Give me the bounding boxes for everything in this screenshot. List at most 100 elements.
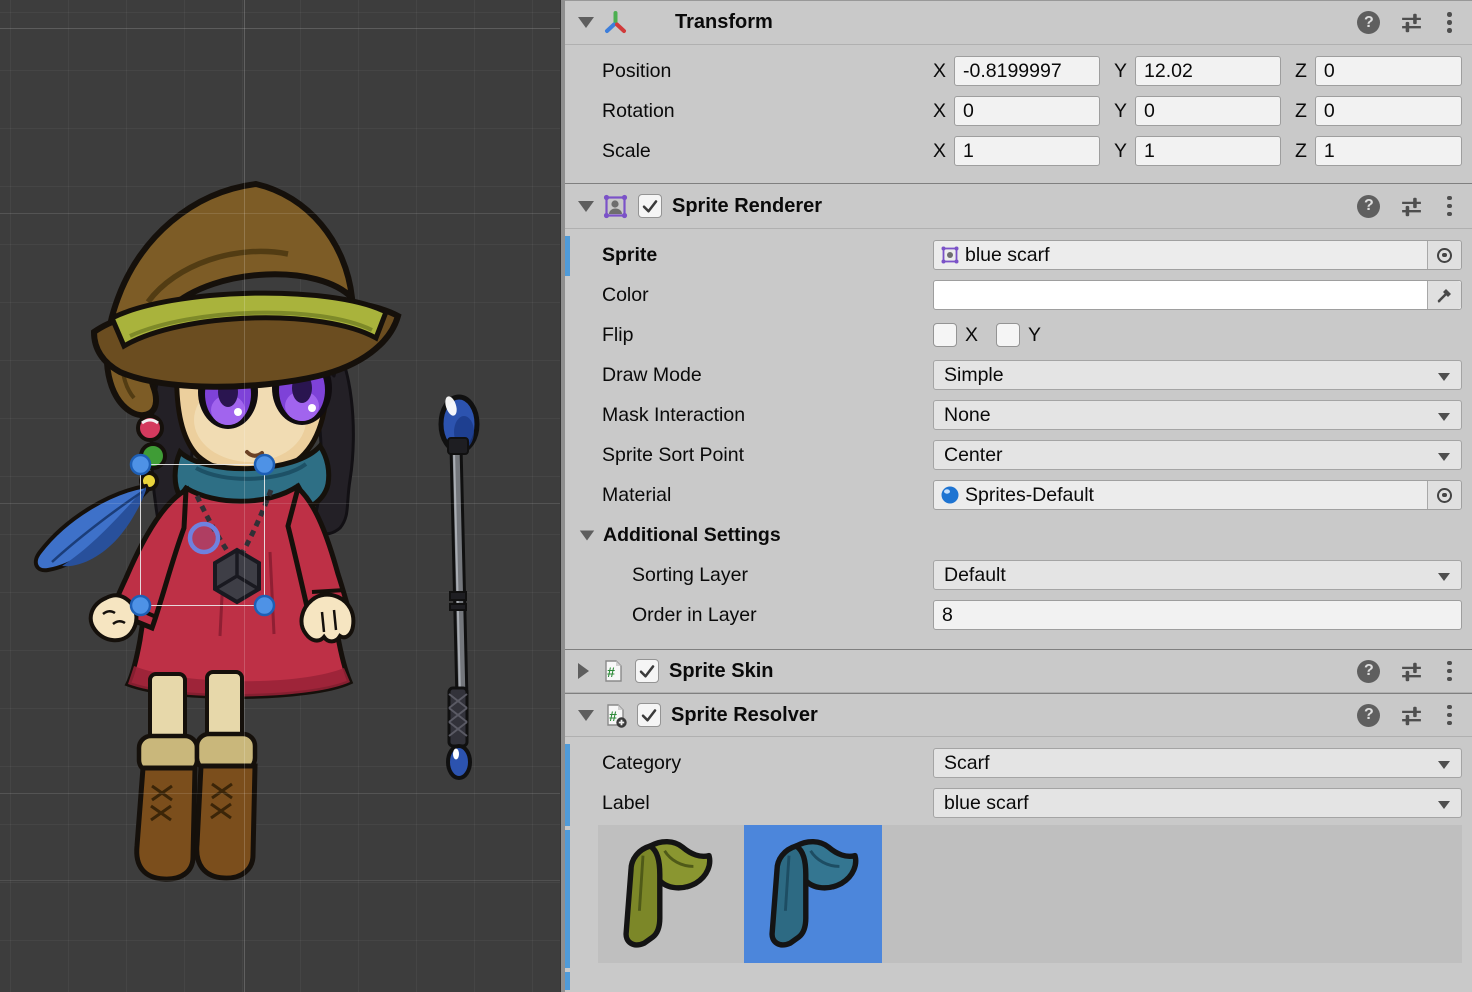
draw-mode-value: Simple <box>944 364 1004 387</box>
sorting-layer-row: Sorting Layer Default <box>565 555 1472 595</box>
mask-interaction-dropdown[interactable]: None <box>933 400 1462 430</box>
material-object-name: Sprites-Default <box>965 484 1094 507</box>
category-dropdown[interactable]: Scarf <box>933 748 1462 778</box>
svg-text:#: # <box>607 664 615 680</box>
thumbnail-green-scarf[interactable] <box>598 825 736 963</box>
mask-interaction-row: Mask Interaction None <box>565 395 1472 435</box>
flip-row: Flip X Y <box>565 315 1472 355</box>
presets-icon[interactable] <box>1399 10 1424 35</box>
category-label: Category <box>602 752 933 775</box>
script-icon: # <box>600 658 626 684</box>
help-icon[interactable]: ? <box>1357 11 1380 34</box>
axis-x-label: X <box>933 140 946 163</box>
label-row: Label blue scarf <box>565 783 1472 823</box>
component-title: Sprite Resolver <box>671 704 818 727</box>
order-in-layer-label: Order in Layer <box>632 604 933 627</box>
foldout-icon[interactable] <box>578 663 589 679</box>
sorting-layer-dropdown[interactable]: Default <box>933 560 1462 590</box>
label-label: Label <box>602 792 933 815</box>
draw-mode-dropdown[interactable]: Simple <box>933 360 1462 390</box>
component-title: Sprite Skin <box>669 660 773 683</box>
material-sphere-icon <box>940 485 960 505</box>
label-dropdown[interactable]: blue scarf <box>933 788 1462 818</box>
transform-icon <box>602 9 629 36</box>
material-label: Material <box>602 484 933 507</box>
transform-header[interactable]: Transform ? <box>565 0 1472 45</box>
foldout-icon[interactable] <box>578 201 594 212</box>
scale-z-field[interactable] <box>1315 136 1462 166</box>
draw-mode-label: Draw Mode <box>602 364 933 387</box>
order-in-layer-field[interactable] <box>933 600 1462 630</box>
axis-z-label: Z <box>1295 60 1307 83</box>
rotation-z-field[interactable] <box>1315 96 1462 126</box>
position-y-field[interactable] <box>1135 56 1281 86</box>
presets-icon[interactable] <box>1399 703 1424 728</box>
character-feather <box>36 486 148 570</box>
help-icon[interactable]: ? <box>1357 195 1380 218</box>
component-title: Sprite Renderer <box>672 195 822 218</box>
additional-settings-foldout[interactable]: Additional Settings <box>565 515 1472 555</box>
material-object-field[interactable]: Sprites-Default <box>933 480 1462 510</box>
more-menu-icon[interactable] <box>1443 10 1456 35</box>
component-enabled-checkbox[interactable] <box>638 194 662 218</box>
draw-mode-row: Draw Mode Simple <box>565 355 1472 395</box>
sprite-variant-strip <box>598 825 1462 963</box>
scene-canvas <box>0 0 560 992</box>
sprite-renderer-header[interactable]: Sprite Renderer ? <box>565 183 1472 229</box>
rotation-row: Rotation X Y Z <box>565 91 1472 131</box>
scene-view[interactable] <box>0 0 560 992</box>
component-enabled-checkbox[interactable] <box>635 659 659 683</box>
flip-y-checkbox[interactable] <box>996 323 1020 347</box>
green-scarf-sprite <box>607 834 727 954</box>
more-menu-icon[interactable] <box>1443 703 1456 728</box>
character-hat <box>94 184 398 415</box>
scale-label: Scale <box>602 140 933 163</box>
presets-icon[interactable] <box>1399 659 1424 684</box>
position-x-field[interactable] <box>954 56 1100 86</box>
sprite-sort-point-dropdown[interactable]: Center <box>933 440 1462 470</box>
additional-settings-label: Additional Settings <box>603 524 781 547</box>
object-picker-button[interactable] <box>1427 241 1461 269</box>
sprite-object-field[interactable]: blue scarf <box>933 240 1462 270</box>
sprite-resolver-header[interactable]: # Sprite Resolver ? <box>565 693 1472 737</box>
more-menu-icon[interactable] <box>1443 194 1456 219</box>
axis-y-label: Y <box>1114 140 1127 163</box>
sprite-renderer-icon <box>602 193 629 220</box>
scale-y-field[interactable] <box>1135 136 1281 166</box>
mask-interaction-value: None <box>944 404 991 427</box>
pivot-handle[interactable] <box>190 524 218 552</box>
scale-x-field[interactable] <box>954 136 1100 166</box>
flip-x-checkbox[interactable] <box>933 323 957 347</box>
scale-row: Scale X Y Z <box>565 131 1472 171</box>
more-menu-icon[interactable] <box>1443 659 1456 684</box>
character-legs-boots <box>137 672 255 879</box>
rotation-label: Rotation <box>602 100 933 123</box>
component-enabled-checkbox[interactable] <box>637 703 661 727</box>
position-z-field[interactable] <box>1315 56 1462 86</box>
mask-interaction-label: Mask Interaction <box>602 404 933 427</box>
order-in-layer-row: Order in Layer <box>565 595 1472 635</box>
color-swatch-field[interactable] <box>933 280 1462 310</box>
thumbnail-blue-scarf-selected[interactable] <box>744 825 882 963</box>
sprite-object-name: blue scarf <box>965 244 1050 267</box>
help-icon[interactable]: ? <box>1357 660 1380 683</box>
object-picker-button[interactable] <box>1427 481 1461 509</box>
foldout-icon[interactable] <box>578 710 594 721</box>
sprite-skin-header[interactable]: # Sprite Skin ? <box>565 649 1472 693</box>
rotation-x-field[interactable] <box>954 96 1100 126</box>
object-picker-icon <box>1437 248 1452 263</box>
help-icon[interactable]: ? <box>1357 704 1380 727</box>
axis-x-label: X <box>933 100 946 123</box>
label-value: blue scarf <box>944 792 1029 815</box>
sorting-layer-value: Default <box>944 564 1006 587</box>
override-bar-resolver <box>565 744 570 826</box>
sprite-label: Sprite <box>602 244 933 267</box>
eyedropper-button[interactable] <box>1427 281 1461 309</box>
foldout-icon[interactable] <box>578 17 594 28</box>
presets-icon[interactable] <box>1399 194 1424 219</box>
flip-y-label: Y <box>1028 324 1041 347</box>
rotation-y-field[interactable] <box>1135 96 1281 126</box>
flip-label: Flip <box>602 324 933 347</box>
staff-sprite[interactable] <box>441 395 477 778</box>
object-picker-icon <box>1437 488 1452 503</box>
